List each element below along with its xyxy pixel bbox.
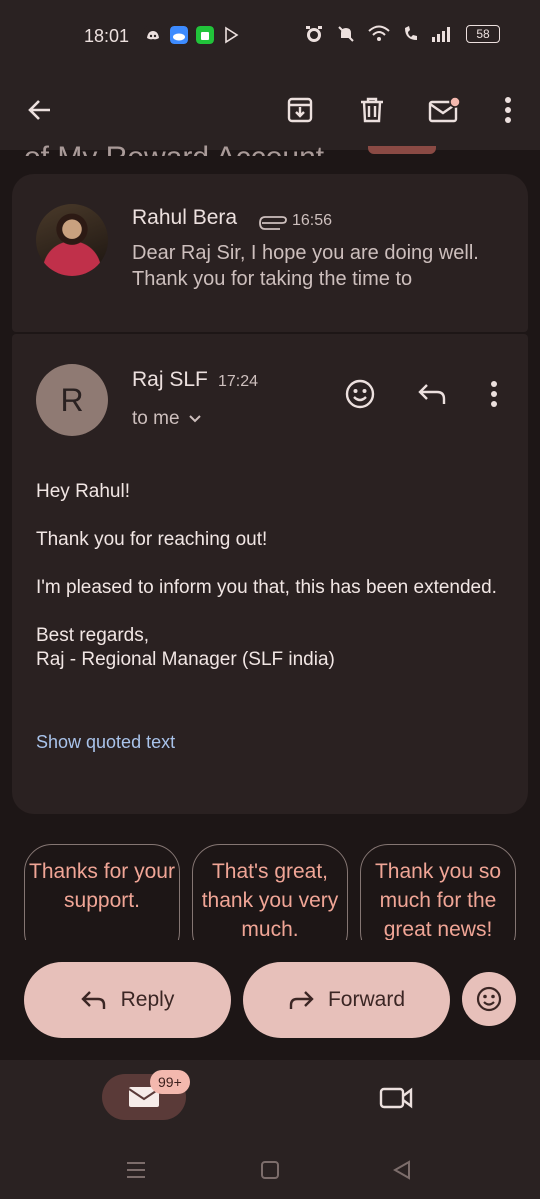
mute-bell-icon [338,26,354,42]
unread-count-badge: 99+ [150,1070,190,1094]
archive-icon [287,97,313,123]
reply-icon [80,991,105,1009]
collapsed-message-card[interactable]: Rahul Bera 16:56 Dear Raj Sir, I hope yo… [12,174,528,332]
status-bar: 18:01 58 [0,0,540,72]
forward-icon [289,991,314,1009]
mark-unread-button[interactable] [420,86,468,134]
play-store-icon [225,26,239,44]
bottom-navigation: 99+ [0,1060,540,1140]
more-vert-icon [491,381,497,407]
video-camera-icon [379,1087,413,1109]
forward-button[interactable]: Forward [243,962,450,1038]
reply-button[interactable]: Reply [24,962,231,1038]
archive-button[interactable] [276,86,324,134]
body-paragraph: I'm pleased to inform you that, this has… [36,577,497,598]
attachment-icon [259,216,287,230]
system-navigation-bar [0,1140,540,1199]
label-chip [368,146,436,154]
home-square-icon [261,1161,279,1179]
recipient-details-toggle[interactable]: to me [132,408,202,430]
shopping-app-icon [196,26,214,44]
back-nav-button[interactable] [388,1156,416,1184]
wifi-icon [368,25,390,41]
message-body: Hey Rahul! Thank you for reaching out! I… [36,480,506,696]
alarm-icon [306,26,322,42]
sender-name: Raj SLF [132,368,208,391]
smart-reply-chip[interactable]: Thanks for your support. [24,844,180,940]
message-time: 16:56 [292,212,333,229]
body-signature: Best regards, Raj - Regional Manager (SL… [36,625,335,670]
mark-unread-icon [428,96,460,123]
trash-icon [361,97,383,123]
status-indicators: 58 [304,24,500,44]
chevron-down-icon [188,415,201,423]
signal-icon [432,27,450,42]
forward-label: Forward [327,988,406,1011]
reply-icon-button[interactable] [410,372,454,416]
emoji-icon [476,986,502,1012]
message-snippet: Dear Raj Sir, I hope you are doing well.… [132,242,479,290]
expanded-message-card: R Raj SLF 17:24 to me Hey Rahul! Thank y… [12,334,528,814]
body-greeting: Hey Rahul! [36,481,130,502]
add-reaction-button[interactable] [338,372,382,416]
home-button[interactable] [256,1156,284,1184]
message-more-button[interactable] [472,372,516,416]
discord-icon [144,26,162,44]
emoji-icon [345,379,375,409]
smart-reply-chip[interactable]: Thank you so much for the great news! [360,844,516,940]
more-vert-icon [505,97,511,123]
emoji-reaction-button[interactable] [462,972,516,1026]
sender-avatar[interactable] [36,204,108,276]
menu-lines-icon [127,1162,145,1178]
arrow-left-icon [28,100,50,120]
recents-button[interactable] [122,1156,150,1184]
reply-icon [418,384,446,404]
battery-indicator: 58 [466,25,500,43]
weather-app-icon [170,26,188,44]
body-paragraph: Thank you for reaching out! [36,529,268,550]
wifi-call-icon [405,26,417,40]
smart-reply-chip[interactable]: That's great, thank you very much. [192,844,348,940]
notification-icons [144,26,240,44]
battery-level: 58 [476,27,490,41]
recipient-label: to me [132,408,180,429]
message-time: 17:24 [218,373,259,390]
sender-name: Rahul Bera [132,206,238,229]
reply-label: Reply [120,988,175,1011]
sender-avatar[interactable]: R [36,364,108,436]
back-triangle-icon [393,1160,410,1180]
more-options-button[interactable] [484,86,532,134]
back-button[interactable] [16,86,64,134]
delete-button[interactable] [348,86,396,134]
smart-reply-chips: Thanks for your support. That's great, t… [24,844,540,940]
show-quoted-text-link[interactable]: Show quoted text [36,732,175,753]
status-time: 18:01 [84,26,130,46]
nav-meet-tab[interactable] [372,1078,420,1118]
